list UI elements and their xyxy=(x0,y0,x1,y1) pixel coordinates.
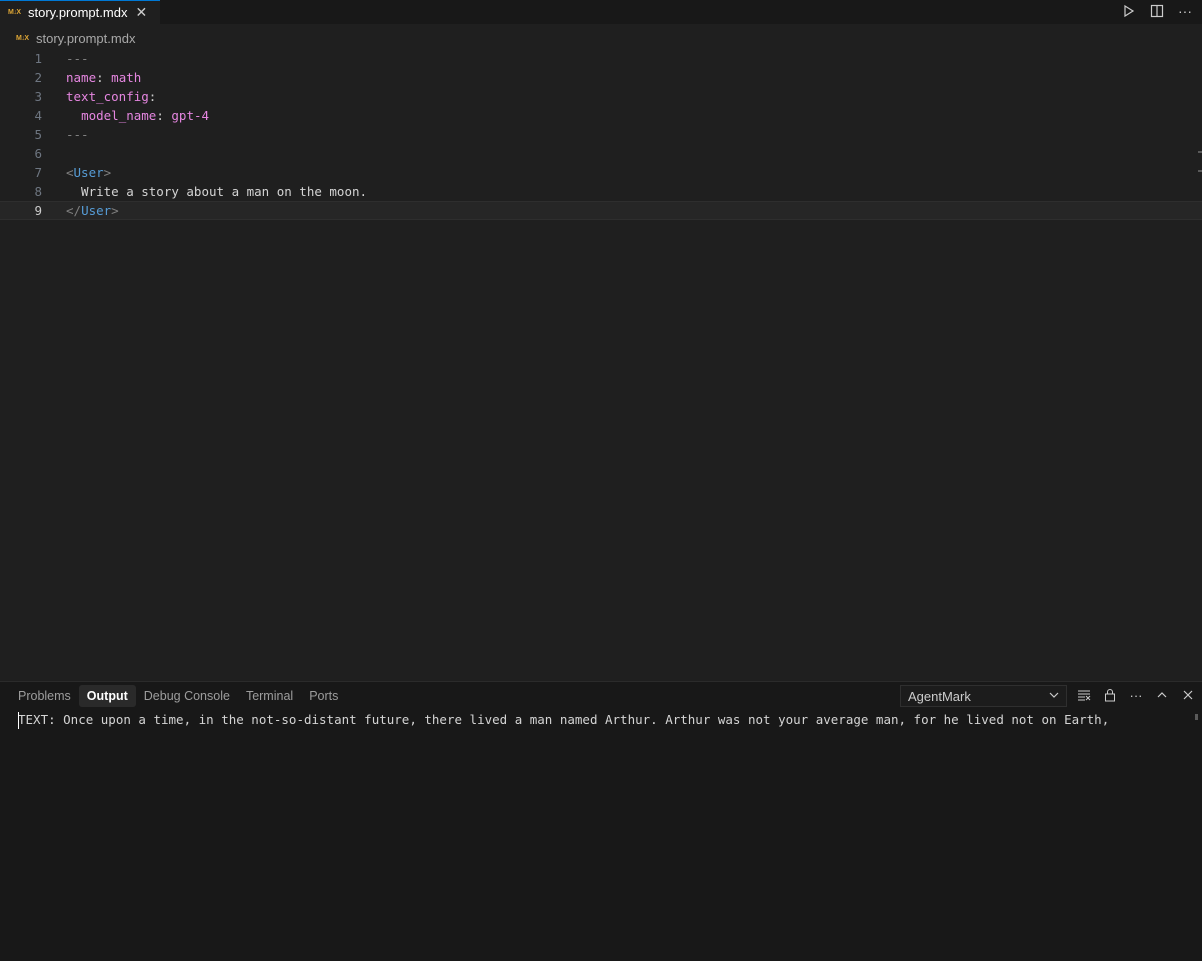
code-text: --- xyxy=(66,51,89,66)
maximize-panel-icon[interactable] xyxy=(1154,686,1170,704)
clear-output-icon[interactable] xyxy=(1076,686,1092,704)
editor-actions: ··· xyxy=(1120,2,1194,20)
code-text: text_config: xyxy=(66,89,157,104)
bottom-panel: Problems Output Debug Console Terminal P… xyxy=(0,681,1202,961)
text-cursor xyxy=(18,712,19,729)
channel-label: AgentMark xyxy=(908,688,971,704)
editor-tab-bar: M↓X story.prompt.mdx ✕ ··· xyxy=(0,0,1202,24)
line-number: 1 xyxy=(34,51,42,66)
panel-tabs: Problems Output Debug Console Terminal P… xyxy=(10,685,346,707)
output-text[interactable]: TEXT: Once upon a time, in the not-so-di… xyxy=(18,712,1109,727)
panel-actions: ··· xyxy=(1076,686,1196,704)
line-number: 7 xyxy=(34,165,42,180)
breadcrumb-file[interactable]: story.prompt.mdx xyxy=(36,31,135,46)
code-editor[interactable]: 1 --- 2 name: math 3 text_config: 4 mode… xyxy=(0,49,1202,679)
yaml-value: gpt-4 xyxy=(171,108,210,123)
mdx-file-icon: M↓X xyxy=(16,34,29,42)
line-number: 9 xyxy=(34,203,42,218)
code-line[interactable]: 3 text_config: xyxy=(0,87,1202,106)
more-actions-icon[interactable]: ··· xyxy=(1176,2,1194,20)
yaml-key: model_name xyxy=(81,108,157,123)
run-icon[interactable] xyxy=(1120,2,1138,20)
close-icon[interactable]: ✕ xyxy=(135,4,147,21)
tab-problems[interactable]: Problems xyxy=(10,685,79,707)
line-number: 5 xyxy=(34,127,42,142)
output-channel-select[interactable]: AgentMark xyxy=(900,685,1067,707)
code-text: model_name: gpt-4 xyxy=(81,108,210,123)
code-text: name: math xyxy=(66,70,142,85)
line-number: 8 xyxy=(34,184,42,199)
code-line[interactable]: 4 model_name: gpt-4 xyxy=(0,106,1202,125)
scrollbar-marker xyxy=(1195,714,1198,720)
line-number: 4 xyxy=(34,108,42,123)
jsx-tag: User xyxy=(81,203,112,218)
more-actions-icon[interactable]: ··· xyxy=(1128,686,1144,704)
code-line[interactable]: 5 --- xyxy=(0,125,1202,144)
lock-icon[interactable] xyxy=(1102,686,1118,704)
scrollbar-marker xyxy=(1198,170,1202,172)
line-number: 6 xyxy=(34,146,42,161)
code-text: --- xyxy=(66,127,89,142)
yaml-key: text_config xyxy=(66,89,149,104)
yaml-key: name xyxy=(66,70,97,85)
tab-debug-console[interactable]: Debug Console xyxy=(136,685,238,707)
close-panel-icon[interactable] xyxy=(1180,686,1196,704)
code-line[interactable]: 1 --- xyxy=(0,49,1202,68)
code-text: Write a story about a man on the moon. xyxy=(66,184,368,199)
code-line[interactable]: 6 xyxy=(0,144,1202,163)
tab-story-prompt[interactable]: M↓X story.prompt.mdx ✕ xyxy=(0,0,160,24)
code-line[interactable]: 2 name: math xyxy=(0,68,1202,87)
code-line[interactable]: 8 Write a story about a man on the moon. xyxy=(0,182,1202,201)
scrollbar-marker xyxy=(1198,151,1202,153)
chevron-down-icon xyxy=(1048,689,1060,704)
code-text: </User> xyxy=(66,203,119,218)
tab-ports[interactable]: Ports xyxy=(301,685,346,707)
breadcrumb: M↓X story.prompt.mdx xyxy=(0,28,135,48)
line-number: 3 xyxy=(34,89,42,104)
code-line[interactable]: 7 <User> xyxy=(0,163,1202,182)
tab-label: story.prompt.mdx xyxy=(28,5,128,20)
tab-terminal[interactable]: Terminal xyxy=(238,685,301,707)
split-editor-icon[interactable] xyxy=(1148,2,1166,20)
mdx-file-icon: M↓X xyxy=(8,9,21,16)
yaml-value: math xyxy=(111,70,142,85)
line-number: 2 xyxy=(34,70,42,85)
jsx-tag: User xyxy=(73,165,104,180)
code-line-current[interactable]: 9 </User> xyxy=(0,201,1202,220)
code-text: <User> xyxy=(66,165,112,180)
tab-output[interactable]: Output xyxy=(78,685,136,707)
